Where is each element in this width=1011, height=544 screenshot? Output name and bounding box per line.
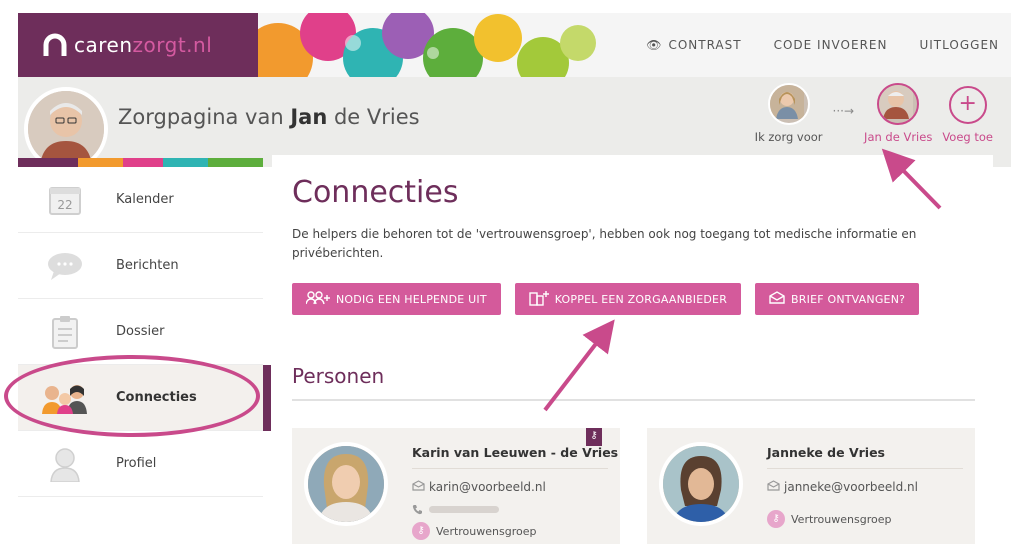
sidebar: 22 Kalender Berichten Dossier Connecties… [18, 167, 263, 544]
logout-link[interactable]: UITLOGGEN [919, 38, 999, 52]
switch-jan[interactable]: Jan de Vries [864, 83, 932, 144]
switch-self[interactable]: Ik zorg voor [755, 83, 823, 144]
sidebar-item-kalender[interactable]: 22 Kalender [18, 167, 263, 233]
clipboard-icon [40, 312, 90, 352]
person-email[interactable]: janneke@voorbeeld.nl [767, 480, 918, 494]
building-add-icon [529, 290, 549, 309]
chat-bubble-icon [40, 246, 90, 286]
section-title-personen: Personen [292, 364, 385, 388]
person-card[interactable]: ⚷ Karin van Leeuwen - de Vries karin@voo… [292, 428, 620, 544]
arrow-right-icon: ···→ [832, 104, 855, 118]
person-card[interactable]: Janneke de Vries janneke@voorbeeld.nl ⚷ … [647, 428, 975, 544]
invite-helper-button[interactable]: NODIG EEN HELPENDE UIT [292, 283, 501, 315]
person-avatar [659, 442, 743, 526]
link-care-provider-button[interactable]: KOPPEL EEN ZORGAANBIEDER [514, 283, 742, 315]
enter-code-link[interactable]: CODE INVOEREN [774, 38, 888, 52]
redacted-phone [429, 506, 499, 513]
sidebar-item-berichten[interactable]: Berichten [18, 233, 263, 299]
plus-icon: + [948, 86, 987, 124]
section-divider [292, 399, 975, 401]
people-icon [40, 378, 90, 418]
main-content: Connecties De helpers die behoren tot de… [272, 155, 993, 544]
envelope-icon [767, 480, 780, 494]
trust-group-flag-icon: ⚷ [586, 428, 602, 446]
letter-icon [769, 291, 785, 307]
card-divider [412, 468, 608, 469]
phone-icon [412, 500, 423, 519]
header-decoration [258, 13, 618, 77]
receive-letter-button[interactable]: BRIEF ONTVANGEN? [755, 283, 920, 315]
brand-name: carenzorgt.nl [74, 33, 213, 57]
person-phone [412, 500, 499, 519]
svg-text:22: 22 [57, 198, 72, 212]
calendar-icon: 22 [40, 180, 90, 220]
active-item-marker [263, 365, 271, 431]
add-care-recipient[interactable]: + Voeg toe [942, 86, 993, 144]
person-icon [40, 444, 90, 484]
sidebar-color-strip [18, 155, 263, 167]
top-nav: 👁 CONTRAST CODE INVOEREN UITLOGGEN [646, 13, 999, 77]
person-avatar [304, 442, 388, 526]
contrast-button[interactable]: 👁 CONTRAST [646, 38, 741, 52]
care-switcher: Ik zorg voor ···→ Jan de Vries + Voeg to… [755, 83, 993, 144]
invite-people-icon [305, 290, 330, 308]
sidebar-item-connecties[interactable]: Connecties [18, 365, 263, 431]
jan-avatar [877, 83, 920, 125]
app-header: carenzorgt.nl 👁 CONTRAST CODE INVOEREN U… [18, 13, 1011, 77]
sidebar-item-dossier[interactable]: Dossier [18, 299, 263, 365]
person-name: Janneke de Vries [767, 445, 885, 460]
self-avatar [767, 83, 810, 125]
envelope-icon [412, 480, 425, 494]
person-name: Karin van Leeuwen - de Vries [412, 445, 619, 460]
person-email[interactable]: karin@voorbeeld.nl [412, 480, 546, 494]
intro-text: De helpers die behoren tot de 'vertrouwe… [292, 227, 917, 260]
action-buttons: NODIG EEN HELPENDE UIT KOPPEL EEN ZORGAA… [292, 283, 920, 315]
sidebar-item-profiel[interactable]: Profiel [18, 431, 263, 497]
profile-bar: Zorgpagina van Jan de Vries Ik zorg voor… [18, 77, 1011, 171]
caren-logo-icon [43, 33, 67, 56]
page-heading: Zorgpagina van Jan de Vries [118, 105, 420, 129]
trust-group-badge: ⚷ Vertrouwensgroep [767, 510, 891, 528]
key-icon: ⚷ [412, 522, 430, 540]
trust-group-badge: ⚷ Vertrouwensgroep [412, 522, 536, 540]
page-title: Connecties [292, 175, 459, 210]
card-divider [767, 468, 963, 469]
eye-icon: 👁 [646, 38, 663, 52]
key-icon: ⚷ [767, 510, 785, 528]
brand-logo[interactable]: carenzorgt.nl [18, 13, 258, 77]
